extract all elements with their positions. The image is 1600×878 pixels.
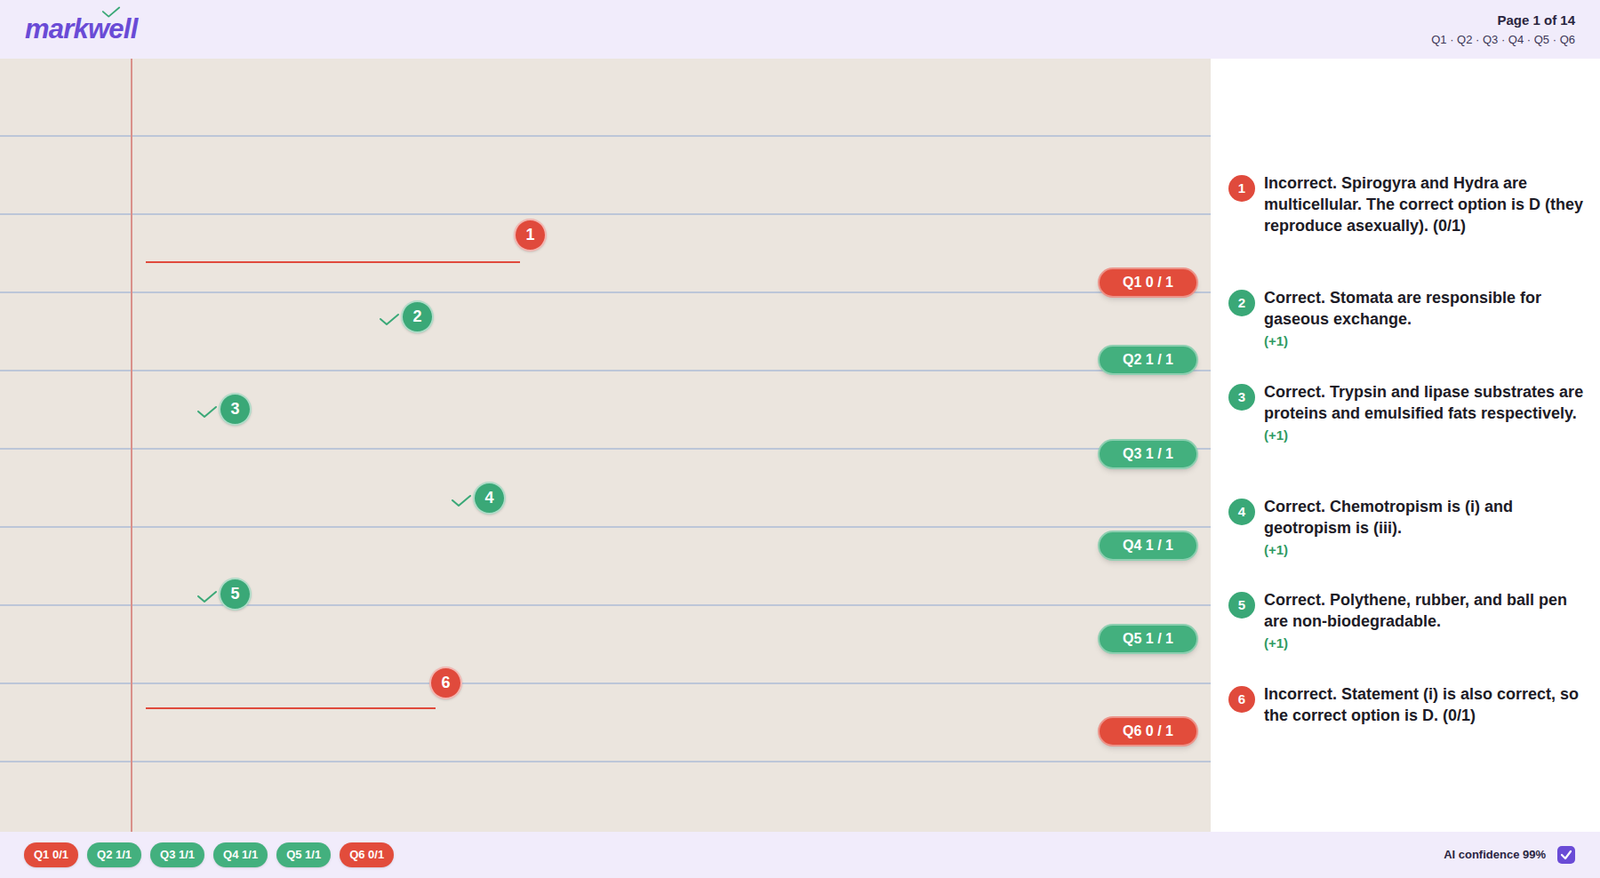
feedback-points: (+1) [1264, 540, 1593, 561]
error-underline [145, 707, 436, 710]
check-icon [195, 590, 219, 605]
feedback-number: 6 [1228, 686, 1256, 713]
feedback-text: Correct. Trypsin and lipase substrates a… [1264, 381, 1593, 424]
app: markwell Page 1 of 14Q1 · Q2 · Q3 · Q4 · … [0, 0, 1600, 878]
question-marker[interactable]: 3 [218, 392, 252, 426]
score-chip[interactable]: Q2 1/1 [87, 842, 142, 868]
score-pill[interactable]: Q6 0 / 1 [1097, 716, 1199, 747]
check-icon [377, 312, 401, 328]
feedback-item: 2 Correct. Stomata are responsible for ga… [1228, 287, 1593, 382]
ai-confidence: AI confidence 99% [1443, 846, 1546, 864]
ruled-lines [0, 58, 1211, 832]
page-info: Page 1 of 14Q1 · Q2 · Q3 · Q4 · Q5 · Q6 [1431, 10, 1576, 48]
score-chip[interactable]: Q3 1/1 [150, 842, 205, 868]
feedback-item: 5 Correct. Polythene, rubber, and ball pe… [1228, 589, 1593, 684]
check-icon [195, 405, 219, 420]
feedback-number: 3 [1228, 384, 1256, 411]
logo[interactable]: markwell [24, 8, 138, 51]
feedback-number: 1 [1228, 175, 1256, 202]
question-marker[interactable]: 6 [429, 666, 463, 700]
score-pill[interactable]: Q4 1 / 1 [1097, 530, 1199, 561]
score-chip[interactable]: Q6 0/1 [339, 842, 394, 868]
feedback-points: (+1) [1264, 633, 1593, 655]
feedback-text: Correct. Chemotropism is (i) and geotrop… [1264, 496, 1593, 539]
top-bar: markwell Page 1 of 14Q1 · Q2 · Q3 · Q4 · … [0, 0, 1600, 59]
feedback-item: 6 Incorrect. Statement (i) is also correc… [1228, 683, 1593, 778]
error-underline [145, 261, 520, 264]
question-marker[interactable]: 1 [513, 218, 547, 252]
score-chip[interactable]: Q4 1/1 [213, 842, 268, 868]
feedback-panel: 1 Incorrect. Spirogyra and Hydra are mult… [1210, 58, 1600, 832]
feedback-text: Correct. Polythene, rubber, and ball pen… [1264, 589, 1593, 632]
question-marker[interactable]: 5 [218, 577, 252, 611]
score-pill[interactable]: Q2 1 / 1 [1097, 344, 1199, 376]
feedback-text: Incorrect. Statement (i) is also correct… [1264, 683, 1593, 727]
logo-icon [1556, 845, 1576, 865]
score-pill[interactable]: Q3 1 / 1 [1097, 439, 1199, 470]
feedback-number: 5 [1228, 592, 1256, 619]
score-chip[interactable]: Q1 0/1 [24, 842, 79, 868]
feedback-item: 3 Correct. Trypsin and lipase substrates … [1228, 381, 1593, 496]
check-icon [101, 5, 121, 20]
feedback-points: (+1) [1264, 425, 1593, 447]
question-nav[interactable]: Q1 · Q2 · Q3 · Q4 · Q5 · Q6 [1431, 31, 1576, 49]
page-label: Page 1 of 14 [1496, 10, 1576, 32]
feedback-text: Incorrect. Spirogyra and Hydra are multi… [1264, 172, 1593, 237]
score-pill[interactable]: Q5 1 / 1 [1097, 624, 1199, 655]
margin-line [130, 58, 133, 832]
bottom-bar: Q1 0/1 Q2 1/1 Q3 1/1 Q4 1/1 Q5 1/1 Q6 0/1 AI c… [0, 832, 1600, 878]
feedback-item: 4 Correct. Chemotropism is (i) and geotro… [1228, 496, 1593, 590]
score-pill[interactable]: Q1 0 / 1 [1097, 267, 1199, 298]
question-marker[interactable]: 4 [472, 481, 506, 515]
score-chip[interactable]: Q5 1/1 [276, 842, 331, 868]
feedback-number: 4 [1228, 498, 1256, 526]
feedback-text: Correct. Stomata are responsible for gas… [1264, 287, 1593, 330]
feedback-item: 1 Incorrect. Spirogyra and Hydra are mult… [1228, 172, 1593, 288]
feedback-number: 2 [1228, 289, 1256, 317]
check-icon [449, 494, 473, 509]
feedback-points: (+1) [1264, 331, 1593, 352]
main: 1 2 3 4 5 6 Q1 0 / 1 Q2 1 / 1 Q3 1 / 1 Q4 1 / 1 Q5… [0, 58, 1600, 832]
question-marker[interactable]: 2 [400, 300, 434, 334]
answer-sheet: 1 2 3 4 5 6 Q1 0 / 1 Q2 1 / 1 Q3 1 / 1 Q4 1 / 1 Q5… [0, 58, 1211, 832]
